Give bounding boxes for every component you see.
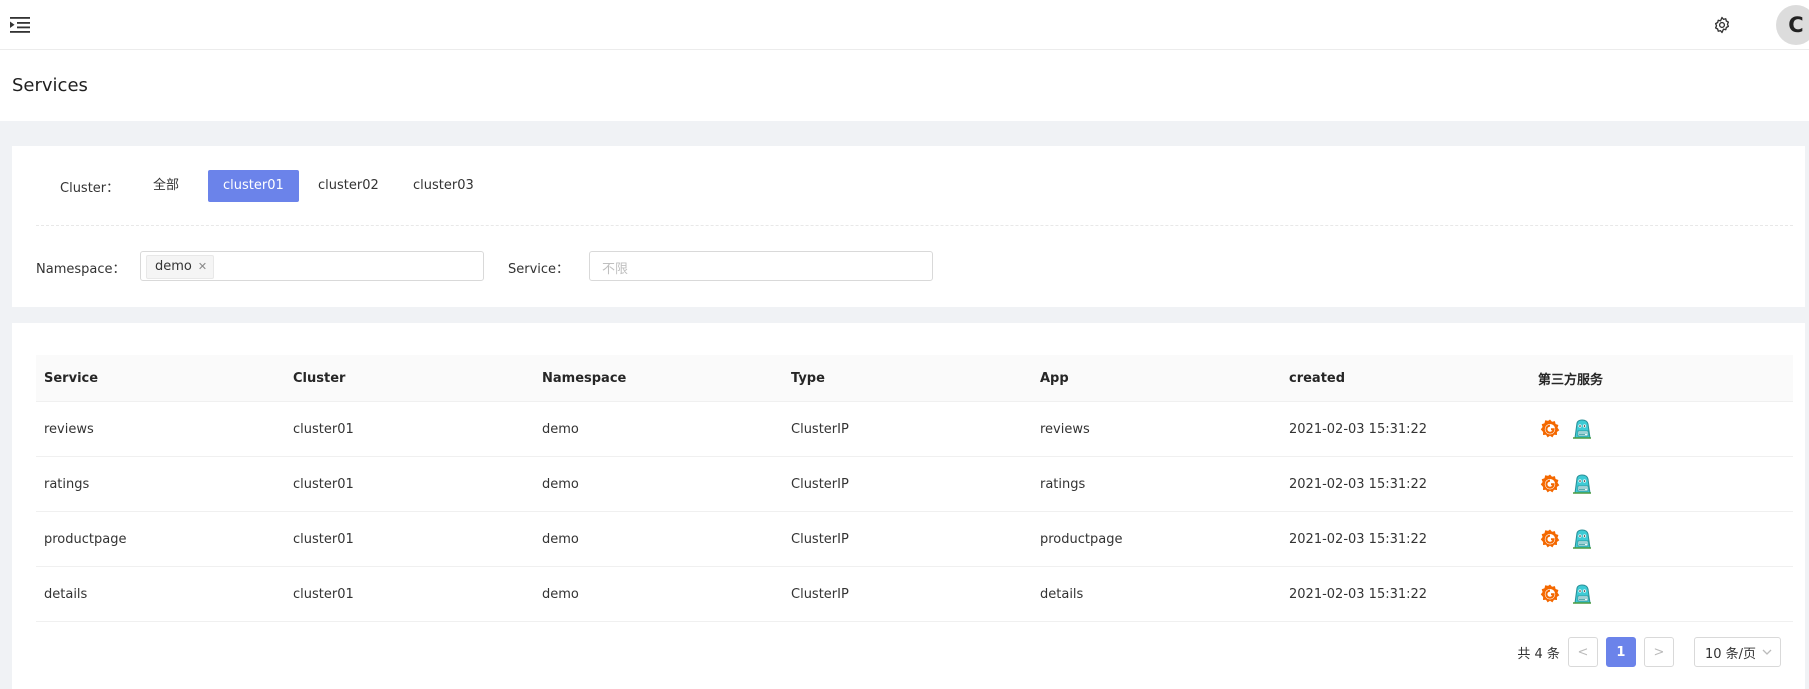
cell-created: 2021-02-03 15:31:22 [1289,476,1428,492]
cell-service: reviews [44,421,94,437]
column-header-namespace[interactable]: Namespace [534,355,783,401]
grafana-icon[interactable] [1538,582,1562,606]
kiali-icon[interactable] [1570,582,1594,606]
namespace-tag: demo ✕ [146,255,215,279]
service-select[interactable]: 不限 [589,251,933,281]
cluster-chip-cluster01[interactable]: cluster01 [208,170,299,202]
pagination-total: 共 4 条 [1517,646,1560,662]
filter-divider [36,225,1793,226]
grafana-icon[interactable] [1538,472,1562,496]
cell-cluster: cluster01 [293,476,354,492]
cell-created: 2021-02-03 15:31:22 [1289,531,1428,547]
cell-namespace: demo [542,476,579,492]
cell-namespace: demo [542,586,579,602]
column-header-app[interactable]: App [1032,355,1281,401]
page-1-button[interactable]: 1 [1605,637,1636,667]
filter-panel: Cluster： 全部 cluster01 cluster02 cluster0… [12,146,1805,307]
cell-service: ratings [44,476,90,492]
cell-namespace: demo [542,421,579,437]
column-header-created[interactable]: created [1281,355,1530,401]
cell-type: ClusterIP [791,586,849,602]
cell-third-party [1530,402,1793,456]
cell-created: 2021-02-03 15:31:22 [1289,421,1428,437]
service-label: Service： [508,262,570,277]
namespace-select[interactable]: demo ✕ [140,251,484,281]
cell-third-party [1530,512,1793,566]
cell-service: productpage [44,531,127,547]
cell-cluster: cluster01 [293,586,354,602]
cell-third-party [1530,457,1793,511]
page-size-select[interactable]: 10 条/页 [1693,637,1781,667]
cluster-chip-cluster02[interactable]: cluster02 [303,170,394,202]
cell-type: ClusterIP [791,421,849,437]
cell-app: details [1040,586,1084,602]
avatar[interactable]: C [1776,5,1809,45]
cell-type: ClusterIP [791,476,849,492]
table-header: Service Cluster Namespace Type App creat… [36,355,1793,402]
column-header-third-party: 第三方服务 [1538,372,1604,388]
column-header-service[interactable]: Service [36,355,285,401]
cluster-chip-cluster03[interactable]: cluster03 [398,170,489,202]
grafana-icon[interactable] [1538,417,1562,441]
service-placeholder: 不限 [602,262,629,277]
table-row[interactable]: reviews cluster01 demo ClusterIP reviews… [36,402,1793,457]
page-header: Services [0,50,1809,121]
top-bar: C [0,0,1809,50]
kiali-icon[interactable] [1570,417,1594,441]
menu-toggle-icon[interactable] [10,15,34,35]
namespace-tag-label: demo [155,259,192,274]
cell-app: ratings [1040,476,1086,492]
cell-created: 2021-02-03 15:31:22 [1289,586,1428,602]
cell-cluster: cluster01 [293,421,354,437]
gear-icon[interactable] [1713,16,1731,34]
table-row[interactable]: details cluster01 demo ClusterIP details… [36,567,1793,622]
cell-cluster: cluster01 [293,531,354,547]
close-icon[interactable]: ✕ [198,256,207,278]
kiali-icon[interactable] [1570,472,1594,496]
kiali-icon[interactable] [1570,527,1594,551]
namespace-label: Namespace： [36,262,126,277]
cell-app: productpage [1040,531,1123,547]
cluster-label: Cluster： [60,181,120,196]
prev-page-button[interactable]: < [1567,637,1598,667]
pagination: 共 4 条 < 1 > 10 条/页 [1517,636,1781,668]
page-size-label: 10 条/页 [1704,646,1756,662]
cell-type: ClusterIP [791,531,849,547]
cell-service: details [44,586,88,602]
cluster-chip-all[interactable]: 全部 [138,170,194,202]
column-header-type[interactable]: Type [783,355,1032,401]
chevron-down-icon [1762,649,1772,655]
table-row[interactable]: ratings cluster01 demo ClusterIP ratings… [36,457,1793,512]
next-page-button[interactable]: > [1643,637,1674,667]
cell-third-party [1530,567,1793,621]
table-row[interactable]: productpage cluster01 demo ClusterIP pro… [36,512,1793,567]
services-table: Service Cluster Namespace Type App creat… [36,355,1793,622]
services-table-card: Service Cluster Namespace Type App creat… [12,323,1805,689]
page-title: Services [12,75,88,96]
cell-app: reviews [1040,421,1090,437]
grafana-icon[interactable] [1538,527,1562,551]
column-header-cluster[interactable]: Cluster [285,355,534,401]
cell-namespace: demo [542,531,579,547]
